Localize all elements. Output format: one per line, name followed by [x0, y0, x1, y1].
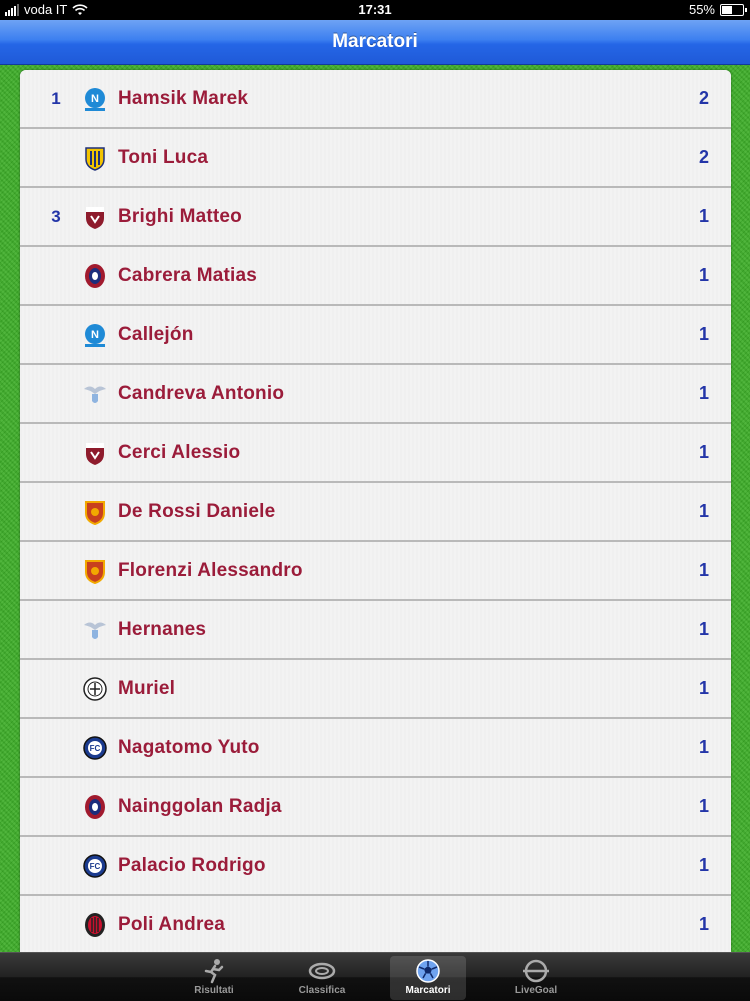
lazio-crest-icon [84, 622, 106, 639]
tab-label: Risultati [194, 985, 234, 996]
battery-icon [720, 3, 747, 16]
goals-count: 1 [698, 383, 709, 403]
lazio-crest-icon [84, 386, 106, 403]
battery-group: 55% [688, 2, 747, 17]
scorer-row[interactable]: Candreva Antonio 1 [20, 365, 731, 424]
scorer-row[interactable]: Hernanes 1 [20, 601, 731, 660]
scorer-row[interactable]: Cerci Alessio 1 [20, 424, 731, 483]
napoli-crest-icon: N [85, 88, 105, 111]
player-name: Cerci Alessio [118, 442, 241, 463]
page-title: Marcatori [332, 31, 418, 52]
goals-count: 1 [698, 737, 709, 757]
scorer-row[interactable]: FC Palacio Rodrigo 1 [20, 837, 731, 896]
goals-count: 1 [698, 501, 709, 521]
inter-crest-icon: FC [83, 736, 107, 760]
tab-livegoal[interactable]: LiveGoal [498, 956, 574, 1000]
goals-count: 2 [698, 88, 709, 108]
svg-text:FC: FC [90, 862, 101, 871]
goals-count: 1 [698, 796, 709, 816]
player-name: Nainggolan Radja [118, 796, 282, 817]
clock: 17:31 [358, 2, 392, 17]
torino-crest-icon [86, 207, 104, 229]
tab-label: Marcatori [405, 985, 451, 996]
inter-crest-icon: FC [83, 854, 107, 878]
scorer-row[interactable]: De Rossi Daniele 1 [20, 483, 731, 542]
scorers-table[interactable]: 1 N Hamsik Marek 2 Toni Luca 2 3 Brighi Matteo 1… [20, 70, 731, 952]
svg-text:FC: FC [90, 744, 101, 753]
goals-count: 1 [698, 265, 709, 285]
player-name: Callejón [118, 324, 194, 345]
svg-text:N: N [91, 329, 99, 341]
player-name: Brighi Matteo [118, 206, 242, 227]
torino-crest-icon [86, 443, 104, 465]
player-name: Florenzi Alessandro [118, 560, 303, 581]
napoli-crest-icon: N [85, 324, 105, 347]
navigation-bar: Marcatori [0, 20, 750, 65]
scorer-row[interactable]: Poli Andrea 1 [20, 896, 731, 952]
tab-bar: Risultati Classifica Marcatori LiveGoal [0, 952, 750, 1001]
player-name: De Rossi Daniele [118, 501, 276, 522]
battery-percent: 55% [688, 2, 715, 17]
svg-text:N: N [91, 93, 99, 105]
roma-crest-icon [85, 501, 105, 525]
goals-count: 1 [698, 324, 709, 344]
scorer-row[interactable]: N Callejón 1 [20, 306, 731, 365]
cagliari-crest-icon [85, 264, 105, 288]
player-name: Muriel [118, 678, 176, 699]
scorer-row[interactable]: Florenzi Alessandro 1 [20, 542, 731, 601]
goals-count: 1 [698, 442, 709, 462]
goals-count: 1 [698, 619, 709, 639]
rank-label: 1 [51, 89, 61, 108]
udinese-crest-icon [83, 677, 107, 701]
goals-count: 1 [698, 914, 709, 934]
player-name: Toni Luca [118, 147, 209, 168]
goals-count: 1 [698, 206, 709, 226]
player-name: Candreva Antonio [118, 383, 285, 404]
player-name: Hernanes [118, 619, 207, 640]
scorer-row[interactable]: Muriel 1 [20, 660, 731, 719]
roma-crest-icon [85, 560, 105, 584]
player-name: Nagatomo Yuto [118, 737, 260, 758]
tab-label: Classifica [298, 985, 346, 996]
player-name: Hamsik Marek [118, 88, 249, 109]
verona-crest-icon [85, 147, 105, 171]
player-name: Poli Andrea [118, 914, 226, 935]
tab-classifica[interactable]: Classifica [284, 956, 360, 1000]
tab-label: LiveGoal [514, 985, 558, 996]
player-name: Palacio Rodrigo [118, 855, 266, 876]
scorer-row[interactable]: 1 N Hamsik Marek 2 [20, 70, 731, 129]
player-name: Cabrera Matias [118, 265, 258, 286]
scorer-row[interactable]: Nainggolan Radja 1 [20, 778, 731, 837]
scorer-row[interactable]: 3 Brighi Matteo 1 [20, 188, 731, 247]
scorer-row[interactable]: FC Nagatomo Yuto 1 [20, 719, 731, 778]
tab-marcatori[interactable]: Marcatori [390, 956, 466, 1000]
scorer-row[interactable]: Toni Luca 2 [20, 129, 731, 188]
rank-label: 3 [51, 207, 61, 226]
grass-background: 1 N Hamsik Marek 2 Toni Luca 2 3 Brighi Matteo 1… [0, 65, 750, 952]
scorer-row[interactable]: Cabrera Matias 1 [20, 247, 731, 306]
tab-risultati[interactable]: Risultati [176, 956, 252, 1000]
runner-icon [204, 959, 224, 984]
goals-count: 2 [698, 147, 709, 167]
stadium-icon [308, 962, 336, 980]
soccer-ball-icon [416, 959, 440, 983]
cagliari-crest-icon [85, 795, 105, 819]
goals-count: 1 [698, 678, 709, 698]
goals-count: 1 [698, 855, 709, 875]
goals-count: 1 [698, 560, 709, 580]
pitch-icon [523, 959, 549, 983]
milan-crest-icon [85, 913, 105, 937]
status-bar: voda IT 17:31 55% [0, 0, 750, 20]
